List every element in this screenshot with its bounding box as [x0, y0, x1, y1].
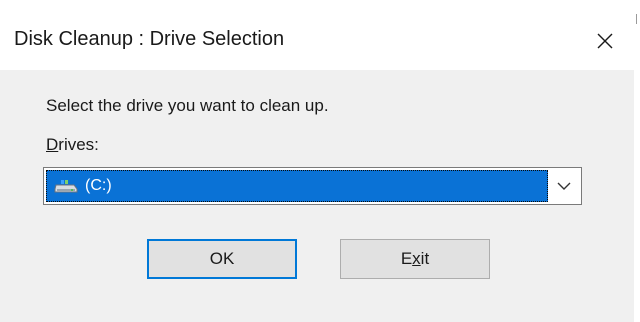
drives-label: Drives:: [46, 135, 99, 155]
drives-label-accelerator: D: [46, 135, 59, 154]
title-bar: Disk Cleanup : Drive Selection: [0, 0, 634, 70]
exit-label-start: E: [400, 249, 413, 268]
exit-label-accelerator: x: [412, 249, 421, 268]
exit-button[interactable]: Exit: [340, 239, 490, 279]
close-button[interactable]: [586, 22, 622, 58]
window-title: Disk Cleanup : Drive Selection: [14, 28, 285, 50]
drive-icon: [54, 180, 78, 193]
drive-select-selected[interactable]: (C:): [46, 170, 548, 202]
exit-label-end: it: [420, 249, 430, 268]
drive-select[interactable]: (C:): [43, 167, 582, 205]
window-edge-mark: [636, 14, 637, 24]
instruction-text: Select the drive you want to clean up.: [46, 96, 329, 115]
drive-select-value: (C:): [85, 177, 112, 194]
drives-label-text: rives:: [58, 135, 99, 154]
chevron-down-icon[interactable]: [554, 178, 574, 194]
disk-cleanup-dialog: Disk Cleanup : Drive Selection Select th…: [0, 0, 634, 322]
ok-button[interactable]: OK: [147, 239, 297, 279]
close-icon: [597, 33, 613, 49]
